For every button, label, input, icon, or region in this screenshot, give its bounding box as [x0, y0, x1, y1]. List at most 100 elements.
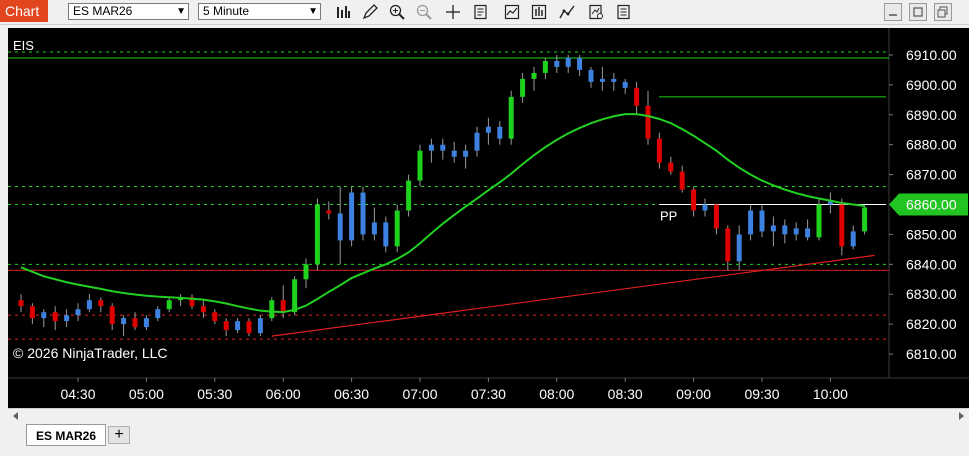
candle-body: [75, 309, 81, 316]
instrument-selector[interactable]: ES MAR26 ▼: [68, 3, 189, 20]
price-axis-label: 6910.00: [906, 47, 957, 63]
last-price-label: 6860.00: [906, 197, 957, 213]
candle-body: [542, 60, 548, 73]
candle-body: [337, 213, 343, 241]
candle-body: [725, 228, 731, 262]
candle-body: [679, 171, 685, 190]
candle-body: [850, 231, 856, 247]
interval-selector-value: 5 Minute: [203, 4, 250, 18]
candle-body: [691, 189, 697, 211]
candle-body: [759, 210, 765, 232]
price-axis-label: 6810.00: [906, 346, 957, 362]
candle-body: [394, 210, 400, 247]
properties-icon[interactable]: [586, 2, 606, 22]
candle-body: [793, 228, 799, 235]
candle-body: [862, 207, 868, 232]
candle-body: [770, 225, 776, 232]
drawing-tools-icon[interactable]: [557, 2, 577, 22]
candle-body: [816, 204, 822, 238]
price-axis-label: 6870.00: [906, 167, 957, 183]
data-box-icon[interactable]: [471, 2, 491, 22]
time-axis-label: 10:00: [813, 386, 848, 402]
price-axis-label: 6830.00: [906, 286, 957, 302]
candle-body: [166, 300, 172, 310]
candle-body: [212, 312, 218, 322]
bars-icon[interactable]: [333, 2, 353, 22]
toolbar: Chart ES MAR26 ▼ 5 Minute ▼: [0, 0, 969, 25]
chart-panel[interactable]: PP EIS © 2026 NinjaTrader, LLC 6910.00 6900.…: [8, 28, 969, 408]
pencil-icon[interactable]: [360, 2, 380, 22]
time-axis-label: 07:00: [402, 386, 437, 402]
candle-body: [611, 78, 617, 82]
price-axis-label: 6880.00: [906, 137, 957, 153]
crosshair-icon[interactable]: [443, 2, 463, 22]
price-axis-label: 6890.00: [906, 107, 957, 123]
candle-body: [417, 150, 423, 181]
candle-body: [314, 204, 320, 265]
candle-body: [668, 162, 674, 172]
candle-body: [713, 204, 719, 229]
candle-body: [143, 318, 149, 328]
candle-body: [645, 105, 651, 139]
price-axis-label: 6820.00: [906, 316, 957, 332]
candle-body: [520, 78, 526, 97]
instrument-tab[interactable]: ES MAR26: [26, 424, 106, 446]
minimize-icon[interactable]: [884, 3, 902, 21]
instrument-selector-value: ES MAR26: [73, 4, 133, 18]
time-axis-label: 06:00: [266, 386, 301, 402]
pivot-point-label: PP: [660, 209, 677, 224]
candle-body: [371, 222, 377, 235]
time-axis-label: 09:00: [676, 386, 711, 402]
add-tab-button[interactable]: +: [108, 426, 130, 444]
strategies-icon[interactable]: [529, 2, 549, 22]
candle-body: [29, 306, 35, 319]
candle-body: [326, 210, 332, 214]
zoom-in-icon[interactable]: [387, 2, 407, 22]
time-axis-label: 09:30: [744, 386, 779, 402]
candle-body: [451, 150, 457, 157]
time-axis-label: 08:00: [539, 386, 574, 402]
candle-body: [428, 144, 434, 151]
chevron-down-icon: ▼: [308, 6, 318, 17]
candle-body: [748, 210, 754, 235]
maximize-icon[interactable]: [909, 3, 927, 21]
candle-body: [508, 96, 514, 139]
candle-body: [41, 312, 47, 319]
candle-body: [440, 144, 446, 151]
time-axis-label: 04:30: [60, 386, 95, 402]
candle-body: [634, 87, 640, 106]
candle-body: [554, 60, 560, 67]
instrument-tab-bar: ES MAR26 +: [0, 422, 969, 456]
price-chart[interactable]: PP EIS © 2026 NinjaTrader, LLC 6910.00 6900.…: [8, 28, 969, 408]
candle-body: [622, 81, 628, 88]
candle-body: [223, 321, 229, 331]
chart-window-tab[interactable]: Chart: [0, 0, 48, 22]
horizontal-scrollbar[interactable]: [8, 408, 969, 423]
zoom-out-icon[interactable]: [414, 2, 434, 22]
candle-body: [52, 312, 58, 322]
candle-body: [782, 225, 788, 235]
candle-body: [565, 57, 571, 67]
chevron-down-icon: ▼: [176, 6, 186, 17]
candle-body: [280, 300, 286, 313]
candle-body: [463, 150, 469, 157]
candle-body: [360, 192, 366, 235]
candle-body: [246, 321, 252, 334]
interval-selector[interactable]: 5 Minute ▼: [198, 3, 321, 20]
candle-body: [269, 300, 275, 319]
time-axis-label: 05:30: [197, 386, 232, 402]
candle-body: [702, 204, 708, 211]
candle-body: [200, 306, 206, 313]
copyright-text: © 2026 NinjaTrader, LLC: [13, 345, 168, 361]
candle-body: [531, 72, 537, 79]
candle-body: [86, 300, 92, 310]
restore-icon[interactable]: [934, 3, 952, 21]
candle-body: [485, 126, 491, 133]
candle-body: [805, 228, 811, 238]
indicators-icon[interactable]: [502, 2, 522, 22]
price-axis-label: 6900.00: [906, 77, 957, 93]
time-axis-label: 07:30: [471, 386, 506, 402]
candle-body: [132, 318, 138, 328]
time-axis-label: 06:30: [334, 386, 369, 402]
templates-icon[interactable]: [614, 2, 634, 22]
